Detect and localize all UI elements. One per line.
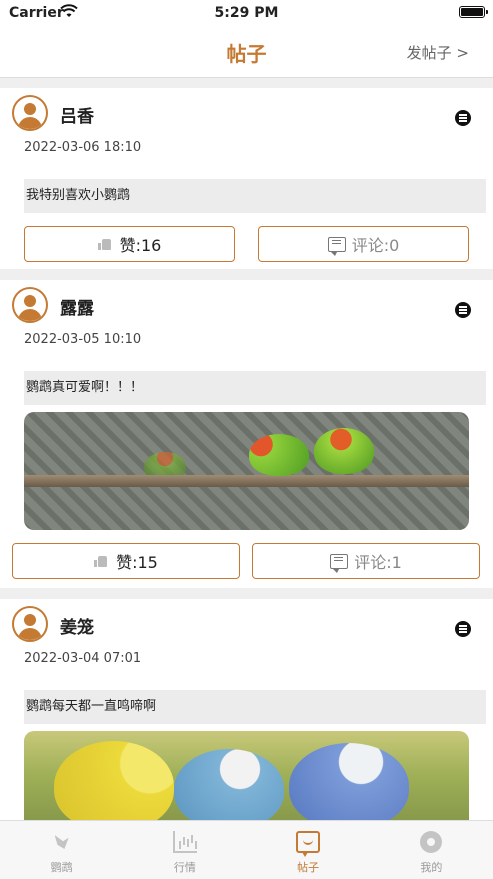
post-username[interactable]: 姜笼: [60, 613, 94, 638]
like-button[interactable]: 赞:15: [12, 543, 240, 579]
post-card: 吕香 2022-03-06 18:10 我特别喜欢小鹦鹉 赞:16 评论:0: [0, 88, 493, 269]
post-content: 鹦鹉每天都一直鸣啼啊: [24, 690, 486, 724]
tab-parrot[interactable]: 鹦鹉: [0, 821, 123, 879]
parrot-icon: [50, 831, 74, 853]
more-options-icon[interactable]: [455, 110, 471, 126]
gear-icon: [420, 831, 443, 853]
like-count: 赞:16: [119, 236, 162, 255]
chart-icon: [172, 831, 197, 853]
status-bar: Carrier 5:29 PM: [0, 0, 493, 26]
post-date: 2022-03-05 10:10: [24, 332, 142, 347]
avatar[interactable]: [12, 287, 48, 323]
post-date: 2022-03-06 18:10: [24, 140, 142, 155]
post-card: 姜笼 2022-03-04 07:01 鹦鹉每天都一直鸣啼啊: [0, 599, 493, 820]
more-options-icon[interactable]: [455, 302, 471, 318]
post-icon: [296, 831, 321, 857]
thumbs-up-icon: [97, 238, 112, 250]
post-username[interactable]: 露露: [60, 294, 94, 319]
like-button[interactable]: 赞:16: [24, 226, 235, 262]
new-post-button[interactable]: 发帖子 >: [407, 42, 469, 63]
post-date: 2022-03-04 07:01: [24, 651, 142, 666]
post-image[interactable]: [24, 412, 469, 530]
tab-bar: 鹦鹉 行情 帖子 我的: [0, 820, 493, 879]
post-feed[interactable]: 吕香 2022-03-06 18:10 我特别喜欢小鹦鹉 赞:16 评论:0 露…: [0, 88, 493, 820]
comment-count: 评论:0: [351, 236, 400, 255]
like-count: 赞:15: [116, 553, 158, 572]
tab-market[interactable]: 行情: [123, 821, 246, 879]
comment-count: 评论:1: [354, 553, 402, 572]
tab-label: 鹦鹉: [50, 861, 73, 874]
nav-bar: 帖子 发帖子 >: [0, 26, 493, 78]
tab-profile[interactable]: 我的: [370, 821, 493, 879]
post-card: 露露 2022-03-05 10:10 鹦鹉真可爱啊！！！ 赞:15 评论:1: [0, 280, 493, 588]
comment-icon: [330, 553, 349, 573]
comment-button[interactable]: 评论:0: [258, 226, 469, 262]
battery-icon: [459, 6, 488, 18]
avatar[interactable]: [12, 606, 48, 642]
tab-posts[interactable]: 帖子: [247, 821, 370, 879]
more-options-icon[interactable]: [455, 621, 471, 637]
tab-label: 帖子: [297, 861, 320, 874]
avatar[interactable]: [12, 95, 48, 131]
comment-icon: [327, 236, 346, 256]
post-content: 我特别喜欢小鹦鹉: [24, 179, 486, 213]
tab-label: 行情: [173, 861, 196, 874]
thumbs-up-icon: [94, 555, 108, 567]
post-username[interactable]: 吕香: [60, 102, 94, 127]
post-content: 鹦鹉真可爱啊！！！: [24, 371, 486, 405]
tab-label: 我的: [420, 861, 443, 874]
comment-button[interactable]: 评论:1: [252, 543, 480, 579]
clock: 5:29 PM: [214, 5, 279, 21]
post-image[interactable]: [24, 731, 469, 820]
